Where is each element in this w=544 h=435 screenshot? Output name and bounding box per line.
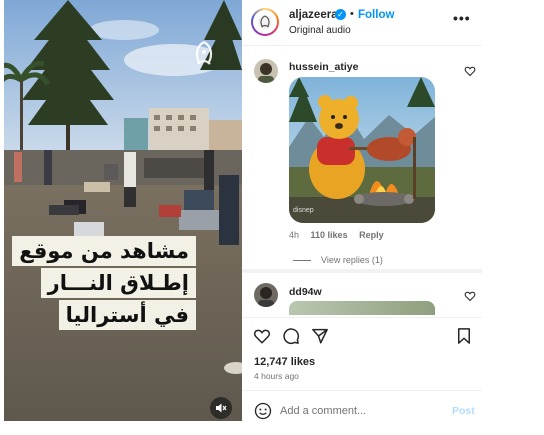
separator-dot: • — [350, 8, 354, 20]
video-caption-line-2: إطـلاق النـــار — [40, 268, 196, 298]
follow-button[interactable]: Follow — [358, 9, 394, 21]
comment-time: 4h — [289, 230, 300, 240]
more-options-icon[interactable]: ••• — [453, 10, 471, 26]
post-username[interactable]: aljazeera — [289, 9, 338, 21]
speaker-muted-icon — [216, 403, 227, 413]
like-count[interactable]: 12,747 likes — [254, 356, 315, 368]
comment-likes[interactable]: 110 likes — [311, 230, 348, 240]
reel-video[interactable]: مشاهد من موقع إطـلاق النـــار في أسترالي… — [4, 0, 242, 421]
comment-like-icon[interactable] — [464, 290, 476, 302]
comments-list[interactable]: hussein_atiye disnep 4h 110 likes Reply … — [242, 47, 482, 315]
winnie-the-pooh-campfire-image[interactable]: disnep — [289, 77, 435, 223]
mute-button[interactable] — [210, 397, 232, 419]
post-actions — [242, 317, 482, 351]
audio-label[interactable]: Original audio — [289, 25, 351, 36]
comment-input[interactable] — [280, 401, 440, 421]
comment-composer: Post — [242, 390, 482, 430]
image-watermark: disnep — [293, 207, 314, 214]
view-replies-button[interactable]: View replies (1) — [293, 255, 383, 265]
replies-divider-line — [293, 260, 311, 262]
post-panel: aljazeera ✓ • Follow Original audio ••• … — [242, 0, 482, 435]
send-icon[interactable] — [311, 327, 329, 345]
comment-icon[interactable] — [282, 327, 300, 345]
avatar[interactable] — [251, 8, 279, 36]
video-caption-line-3: في أستراليا — [58, 300, 196, 330]
reply-button[interactable]: Reply — [359, 230, 384, 240]
comment-divider — [242, 269, 482, 273]
emoji-icon[interactable] — [254, 402, 272, 420]
comment-username[interactable]: hussein_atiye — [289, 61, 358, 73]
post-header: aljazeera ✓ • Follow Original audio ••• — [242, 0, 482, 46]
heart-icon[interactable] — [253, 327, 271, 345]
aljazeera-logo-icon — [188, 40, 220, 80]
comment-username[interactable]: dd94w — [289, 286, 322, 298]
comment-avatar[interactable] — [254, 59, 278, 83]
aljazeera-logo-icon — [258, 15, 272, 29]
post-comment-button[interactable]: Post — [452, 405, 475, 417]
comment-image-preview[interactable] — [289, 301, 435, 315]
post-timestamp[interactable]: 4 hours ago — [254, 371, 299, 381]
video-caption-line-1: مشاهد من موقع — [12, 236, 196, 266]
comment-meta: 4h 110 likes Reply — [289, 230, 393, 240]
verified-badge-icon: ✓ — [335, 9, 346, 20]
bookmark-icon[interactable] — [455, 327, 473, 345]
comment-avatar[interactable] — [254, 283, 278, 307]
comment-like-icon[interactable] — [464, 65, 476, 77]
view-replies-label: View replies (1) — [321, 255, 383, 265]
